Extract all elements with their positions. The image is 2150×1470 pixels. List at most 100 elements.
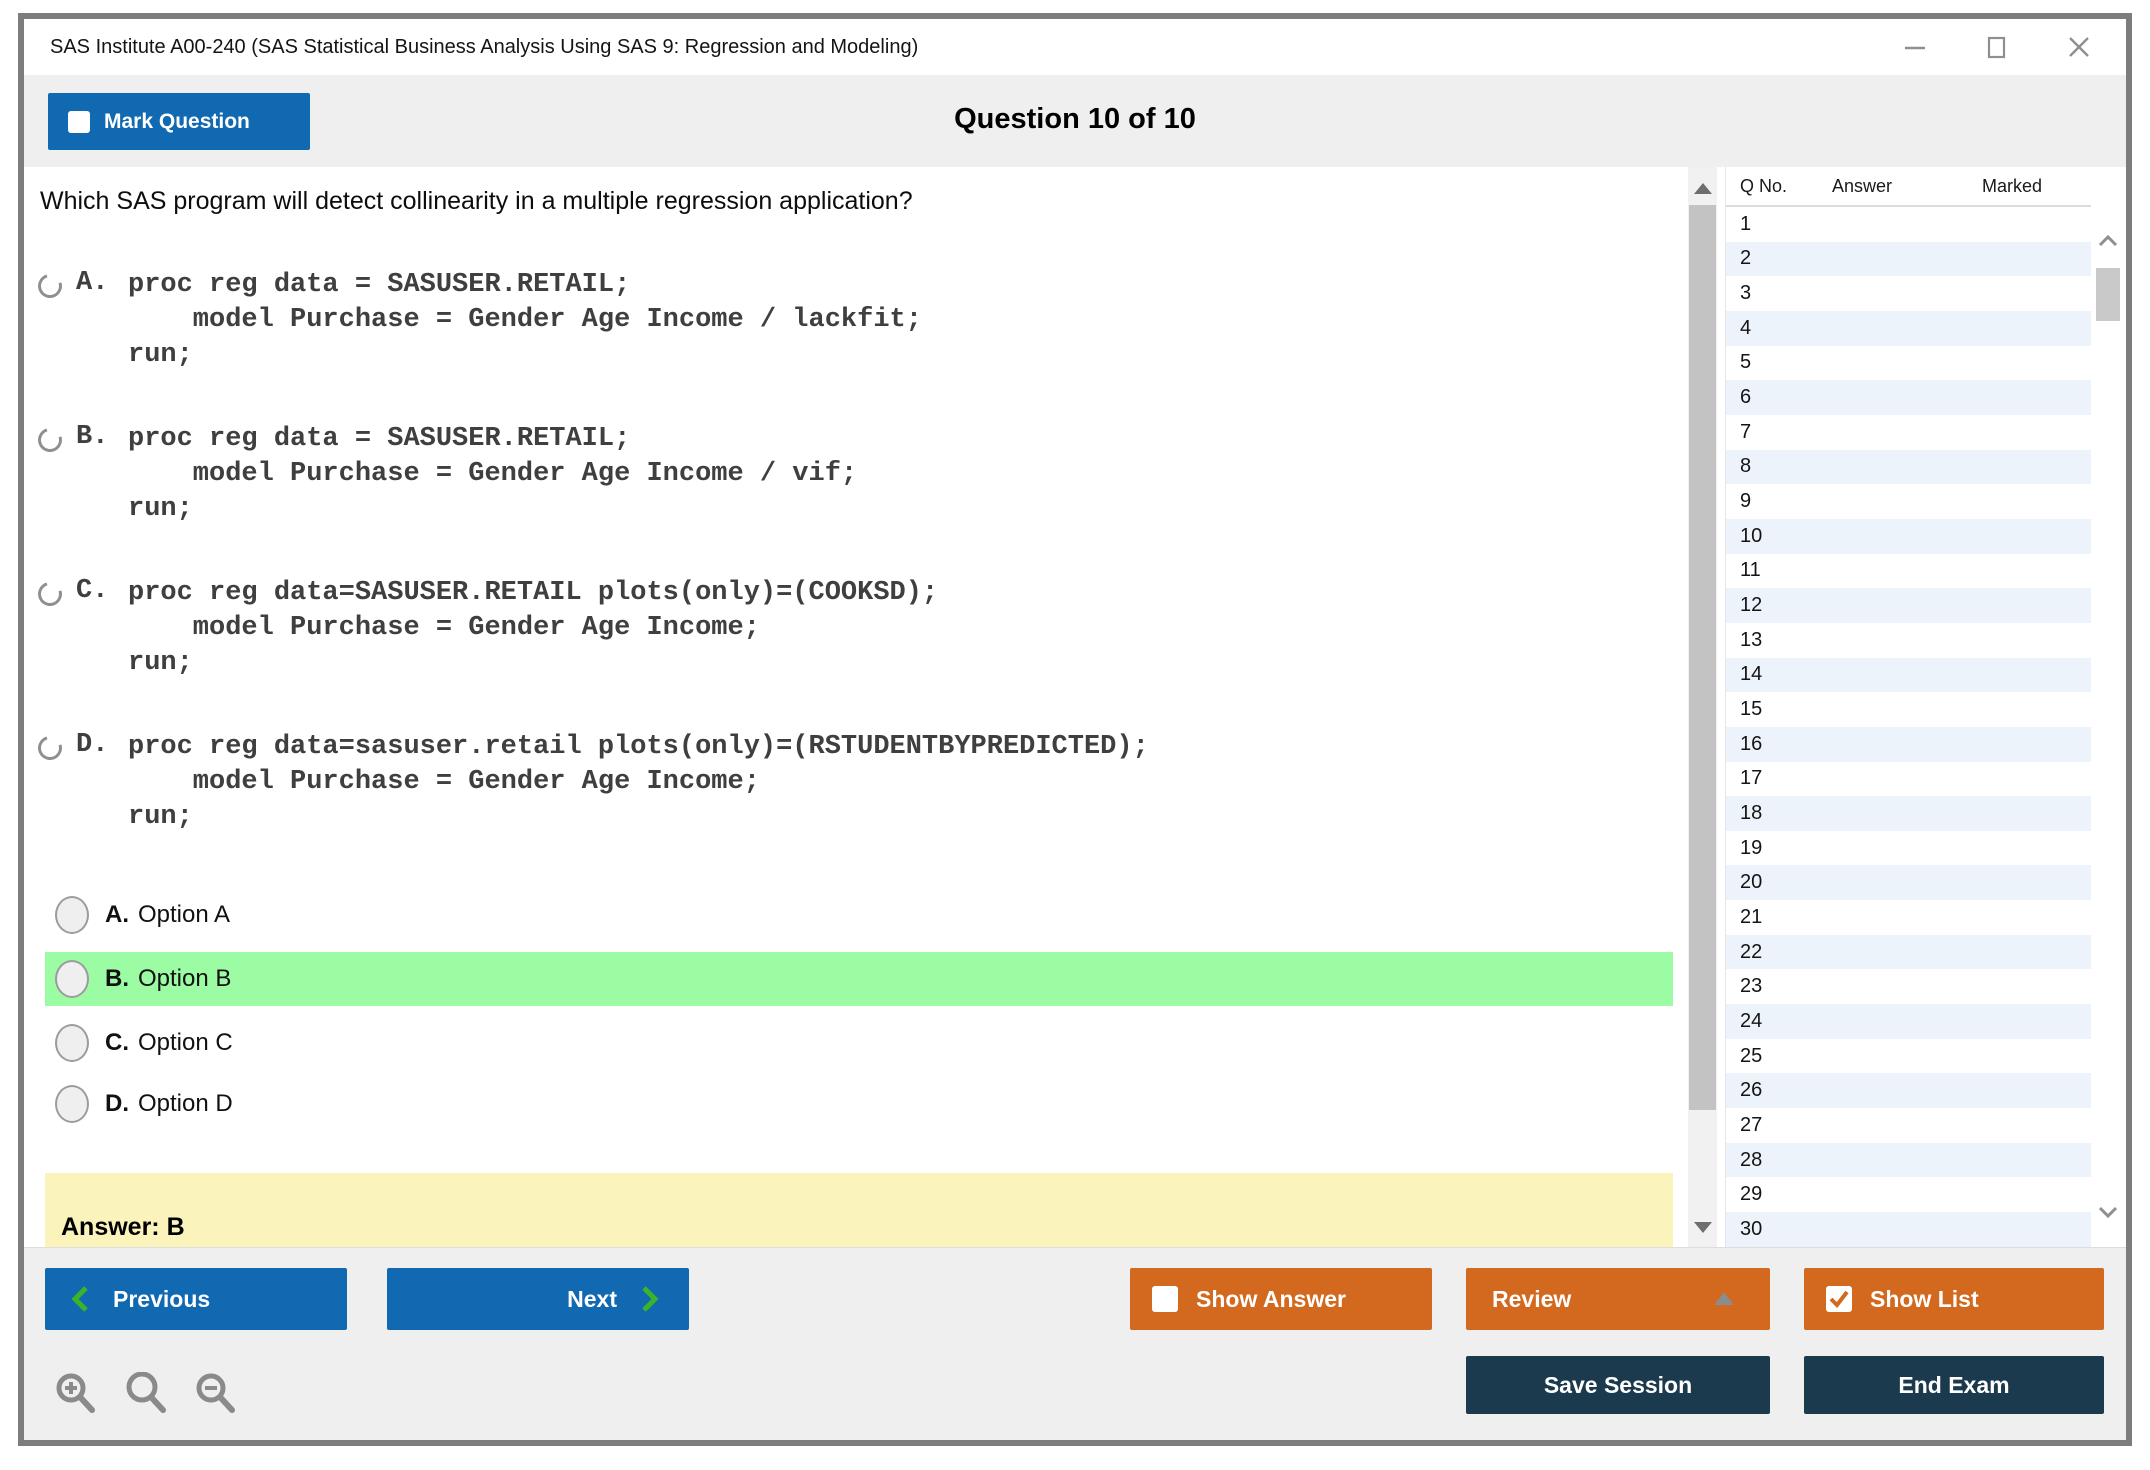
zoom-out-icon[interactable] <box>194 1372 238 1416</box>
question-list-row[interactable]: 7 <box>1726 415 2091 450</box>
row-qno: 16 <box>1726 733 1832 756</box>
answer-option-label: Option A <box>138 901 230 929</box>
question-list-row[interactable]: 23 <box>1726 969 2091 1004</box>
scroll-down-icon[interactable] <box>1694 1222 1712 1233</box>
question-list-row[interactable]: 30 <box>1726 1212 2091 1247</box>
show-answer-button[interactable]: Show Answer <box>1130 1268 1432 1330</box>
list-scroll-up-icon[interactable] <box>2097 233 2119 254</box>
question-list-row[interactable]: 21 <box>1726 900 2091 935</box>
question-list-row[interactable]: 24 <box>1726 1004 2091 1039</box>
question-list-row[interactable]: 19 <box>1726 831 2091 866</box>
zoom-tools <box>54 1372 238 1416</box>
next-label: Next <box>567 1286 617 1313</box>
question-list-row[interactable]: 26 <box>1726 1073 2091 1108</box>
question-list-row[interactable]: 10 <box>1726 519 2091 554</box>
question-list-row[interactable]: 3 <box>1726 276 2091 311</box>
row-qno: 1 <box>1726 213 1832 236</box>
show-list-label: Show List <box>1870 1286 1979 1313</box>
maximize-icon[interactable] <box>1984 34 2010 60</box>
question-list-row[interactable]: 28 <box>1726 1143 2091 1178</box>
row-qno: 28 <box>1726 1149 1832 1172</box>
code-option-block: D. proc reg data=sasuser.retail plots(on… <box>38 730 1149 835</box>
main-scrollbar-thumb[interactable] <box>1689 205 1716 1110</box>
row-qno: 14 <box>1726 663 1832 686</box>
question-list-row[interactable]: 14 <box>1726 658 2091 693</box>
question-list-row[interactable]: 11 <box>1726 554 2091 589</box>
question-list-row[interactable]: 2 <box>1726 242 2091 277</box>
row-qno: 27 <box>1726 1114 1832 1137</box>
answer-option-row[interactable]: D. Option D <box>45 1077 1673 1131</box>
question-list-row[interactable]: 5 <box>1726 346 2091 381</box>
title-bar: SAS Institute A00-240 (SAS Statistical B… <box>24 19 2126 75</box>
previous-label: Previous <box>113 1286 210 1313</box>
code-option-letter: C. <box>62 576 128 606</box>
magnifier-icon[interactable] <box>124 1372 168 1416</box>
row-qno: 30 <box>1726 1218 1832 1241</box>
question-list-row[interactable]: 16 <box>1726 727 2091 762</box>
question-list-row[interactable]: 29 <box>1726 1177 2091 1212</box>
show-answer-label: Show Answer <box>1196 1286 1346 1313</box>
question-list-row[interactable]: 4 <box>1726 311 2091 346</box>
code-option-code: proc reg data = SASUSER.RETAIL; model Pu… <box>128 422 857 527</box>
answer-option-letter: B. <box>105 965 129 993</box>
question-list-row[interactable]: 12 <box>1726 588 2091 623</box>
question-list-row[interactable]: 6 <box>1726 380 2091 415</box>
question-list-row[interactable]: 25 <box>1726 1039 2091 1074</box>
radio-button[interactable] <box>55 1085 89 1123</box>
zoom-in-icon[interactable] <box>54 1372 98 1416</box>
question-list-rows: 1 2 3 4 5 6 <box>1726 207 2091 1247</box>
question-list-row[interactable]: 8 <box>1726 450 2091 485</box>
window-controls <box>1902 19 2092 75</box>
chevron-right-icon <box>641 1285 659 1313</box>
question-list-row[interactable]: 17 <box>1726 762 2091 797</box>
review-button[interactable]: Review <box>1466 1268 1770 1330</box>
row-qno: 4 <box>1726 317 1832 340</box>
answer-option-row[interactable]: C. Option C <box>45 1016 1673 1070</box>
radio-button[interactable] <box>55 1024 89 1062</box>
show-list-button[interactable]: Show List <box>1804 1268 2104 1330</box>
code-option-block: C. proc reg data=SASUSER.RETAIL plots(on… <box>38 576 938 681</box>
question-panel: Which SAS program will detect collineari… <box>24 167 1688 1247</box>
question-list-row[interactable]: 13 <box>1726 623 2091 658</box>
question-list-header: Q No. Answer Marked <box>1726 167 2091 207</box>
answer-box: Answer: B <box>45 1173 1673 1247</box>
row-qno: 25 <box>1726 1045 1832 1068</box>
radio-button[interactable] <box>55 960 89 998</box>
row-qno: 29 <box>1726 1183 1832 1206</box>
list-scrollbar-thumb[interactable] <box>2096 268 2120 321</box>
row-qno: 17 <box>1726 767 1832 790</box>
question-text: Which SAS program will detect collineari… <box>40 187 913 216</box>
row-qno: 24 <box>1726 1010 1832 1033</box>
question-list-row[interactable]: 27 <box>1726 1108 2091 1143</box>
save-session-button[interactable]: Save Session <box>1466 1356 1770 1414</box>
question-list-row[interactable]: 22 <box>1726 935 2091 970</box>
show-answer-checkbox[interactable] <box>1152 1286 1178 1312</box>
close-icon[interactable] <box>2066 34 2092 60</box>
question-list-row[interactable]: 1 <box>1726 207 2091 242</box>
checkmark-icon <box>1827 1287 1851 1311</box>
code-option-letter: B. <box>62 422 128 452</box>
answer-option-row[interactable]: A. Option A <box>45 888 1673 942</box>
answer-option-row[interactable]: B. Option B <box>45 952 1673 1006</box>
question-list-row[interactable]: 18 <box>1726 796 2091 831</box>
radio-button[interactable] <box>55 896 89 934</box>
row-qno: 19 <box>1726 837 1832 860</box>
list-scroll-down-icon[interactable] <box>2097 1204 2119 1225</box>
bottom-toolbar: Previous Next Show Answer Review Show Li… <box>24 1247 2126 1440</box>
row-qno: 11 <box>1726 559 1832 582</box>
question-list-row[interactable]: 9 <box>1726 484 2091 519</box>
scroll-up-icon[interactable] <box>1694 183 1712 194</box>
previous-button[interactable]: Previous <box>45 1268 347 1330</box>
minimize-icon[interactable] <box>1902 34 1928 60</box>
end-exam-button[interactable]: End Exam <box>1804 1356 2104 1414</box>
question-list-row[interactable]: 20 <box>1726 865 2091 900</box>
row-qno: 9 <box>1726 490 1832 513</box>
column-qno: Q No. <box>1726 176 1832 197</box>
code-option-code: proc reg data=SASUSER.RETAIL plots(only)… <box>128 576 938 681</box>
question-counter: Question 10 of 10 <box>24 103 2126 136</box>
next-button[interactable]: Next <box>387 1268 689 1330</box>
main-scrollbar[interactable] <box>1688 167 1717 1247</box>
question-list-row[interactable]: 15 <box>1726 692 2091 727</box>
show-list-checkbox[interactable] <box>1826 1286 1852 1312</box>
list-scrollbar[interactable] <box>2095 207 2121 1247</box>
